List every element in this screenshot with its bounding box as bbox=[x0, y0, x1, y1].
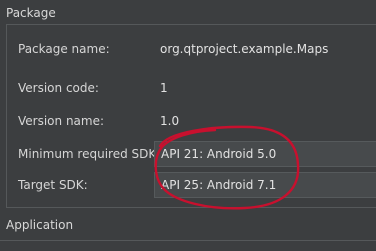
min-sdk-selected-value: API 21: Android 5.0 bbox=[161, 147, 277, 161]
version-code-value: 1 bbox=[160, 81, 168, 95]
application-divider bbox=[0, 240, 376, 241]
target-sdk-combobox[interactable]: API 25: Android 7.1 bbox=[154, 172, 376, 198]
version-code-field[interactable]: 1 bbox=[154, 75, 376, 99]
min-sdk-label: Minimum required SDK: bbox=[18, 147, 161, 161]
min-sdk-combobox[interactable]: API 21: Android 5.0 bbox=[154, 141, 376, 167]
target-sdk-label: Target SDK: bbox=[18, 178, 88, 192]
version-name-field[interactable]: 1.0 bbox=[154, 108, 376, 132]
version-name-value: 1.0 bbox=[160, 114, 180, 128]
application-section-title: Application bbox=[6, 218, 74, 232]
package-name-value: org.qtproject.example.Maps bbox=[160, 42, 329, 56]
package-name-field[interactable]: org.qtproject.example.Maps bbox=[154, 36, 376, 60]
package-section-title: Package bbox=[6, 6, 56, 20]
target-sdk-selected-value: API 25: Android 7.1 bbox=[161, 178, 277, 192]
package-name-label: Package name: bbox=[18, 42, 110, 56]
version-code-label: Version code: bbox=[18, 81, 99, 95]
android-manifest-editor: Package Package name: org.qtproject.exam… bbox=[0, 0, 376, 251]
version-name-label: Version name: bbox=[18, 114, 105, 128]
